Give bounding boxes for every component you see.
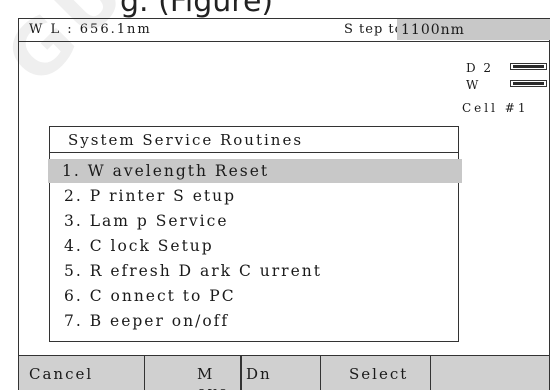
lamp-bar-icon [510, 80, 547, 87]
service-routines-menu: System Service Routines 1. W avelength R… [48, 126, 462, 342]
softkey-bar: Cancel M ove Dn Select [19, 355, 549, 390]
status-bar: W L : 656.1nm S tep to 1100nm [19, 19, 550, 42]
lcd-screen: W L : 656.1nm S tep to 1100nm D 2 W Cell… [18, 18, 550, 390]
menu-item-connect-to-pc[interactable]: 6. C onnect to PC [50, 284, 236, 308]
lamp-d2-fill [513, 65, 544, 68]
step-to-value[interactable]: 1100nm [397, 19, 550, 40]
lamp-d2-label: D 2 [466, 61, 494, 75]
empty-softkey[interactable] [431, 356, 551, 390]
menu-title: System Service Routines [50, 127, 458, 153]
step-to-label: S tep to [344, 22, 404, 37]
lamp-bar-icon [510, 63, 547, 70]
menu-item-clock-setup[interactable]: 4. C lock Setup [50, 234, 214, 258]
cut-off-caption: g. (Figure) [120, 0, 274, 19]
lamp-w-label: W [466, 78, 481, 92]
dn-softkey[interactable]: Dn [241, 356, 321, 390]
menu-item-wavelength-reset[interactable]: 1. W avelength Reset [48, 159, 462, 183]
menu-item-lamp-service[interactable]: 3. Lam p Service [50, 209, 229, 233]
menu-item-printer-setup[interactable]: 2. P rinter S etup [50, 184, 236, 208]
menu-item-refresh-dark-current[interactable]: 5. R efresh D ark C urrent [50, 259, 322, 283]
cancel-softkey[interactable]: Cancel [19, 356, 145, 390]
lamp-w-fill [513, 82, 544, 85]
select-softkey[interactable]: Select [321, 356, 431, 390]
menu-item-beeper[interactable]: 7. B eeper on/off [50, 309, 229, 333]
stage: GUE g. (Figure) W L : 656.1nm S tep to 1… [0, 0, 555, 390]
cell-indicator: Cell #1 [462, 101, 529, 115]
wavelength-readout: W L : 656.1nm [29, 22, 152, 37]
move-softkey[interactable]: M ove [145, 356, 241, 390]
